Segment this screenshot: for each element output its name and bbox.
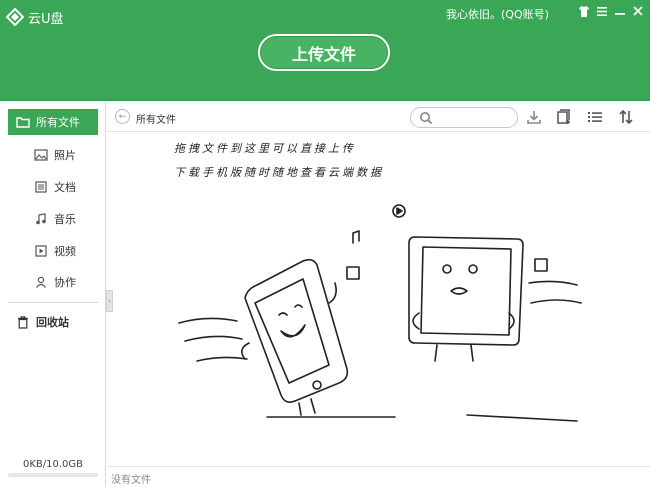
user-account-link[interactable]: 我心依旧。(QQ账号): [446, 6, 549, 22]
menu-icon[interactable]: [594, 3, 610, 19]
app-header: 云U盘 我心依旧。(QQ账号) 上传文件: [0, 0, 650, 101]
sidebar-item-label: 视频: [54, 245, 76, 258]
image-icon: [34, 148, 48, 162]
empty-state-illustration: [178, 204, 582, 422]
sidebar-item-music[interactable]: 音乐: [8, 206, 98, 232]
status-text: 没有文件: [111, 475, 151, 486]
folder-icon: [16, 115, 30, 129]
list-view-icon[interactable]: [586, 108, 604, 126]
search-input[interactable]: [410, 107, 518, 128]
upload-file-button[interactable]: 上传文件: [258, 34, 390, 71]
sidebar-item-label: 文档: [54, 181, 76, 194]
close-icon[interactable]: [630, 3, 646, 19]
document-icon: [34, 180, 48, 194]
download-icon[interactable]: [525, 108, 543, 126]
sidebar-item-label: 音乐: [54, 213, 76, 226]
sidebar-item-label: 照片: [54, 149, 76, 162]
search-icon: [420, 112, 433, 125]
status-bar: 没有文件: [107, 466, 650, 487]
new-folder-icon[interactable]: [555, 108, 573, 126]
file-list-area[interactable]: 拖拽文件到这里可以直接上传 下载手机版随时随地查看云端数据: [107, 133, 650, 466]
video-icon: [34, 244, 48, 258]
sidebar-item-video[interactable]: 视频: [8, 238, 98, 264]
skin-shirt-icon[interactable]: [576, 3, 592, 19]
sidebar-item-all-files[interactable]: 所有文件: [8, 109, 98, 135]
sidebar-item-trash[interactable]: 回收站: [8, 309, 98, 335]
app-logo-icon: [6, 8, 24, 26]
mobile-download-hint: 下载手机版随时随地查看云端数据: [174, 166, 384, 179]
sidebar-item-collaboration[interactable]: 协作: [8, 269, 98, 295]
sidebar-item-photos[interactable]: 照片: [8, 142, 98, 168]
sidebar-item-label: 回收站: [36, 316, 69, 329]
sidebar-item-documents[interactable]: 文档: [8, 174, 98, 200]
music-icon: [34, 212, 48, 226]
drag-upload-hint: 拖拽文件到这里可以直接上传: [174, 142, 356, 155]
back-arrow-icon[interactable]: ←: [115, 109, 130, 124]
minimize-icon[interactable]: [612, 3, 628, 19]
sidebar: 所有文件 照片 文档 音乐 视频 协作 回收站 0KB/10.0GB: [0, 102, 106, 487]
sort-icon[interactable]: [617, 108, 635, 126]
trash-icon: [16, 315, 30, 329]
file-toolbar: ← 所有文件: [107, 102, 650, 132]
storage-usage-bar: [8, 473, 98, 477]
sidebar-item-label: 协作: [54, 276, 76, 289]
sidebar-item-label: 所有文件: [36, 116, 80, 129]
breadcrumb: 所有文件: [136, 115, 176, 126]
sidebar-divider: [8, 302, 98, 303]
storage-usage-text: 0KB/10.0GB: [22, 459, 84, 470]
app-title: 云U盘: [28, 12, 64, 27]
person-icon: [34, 275, 48, 289]
